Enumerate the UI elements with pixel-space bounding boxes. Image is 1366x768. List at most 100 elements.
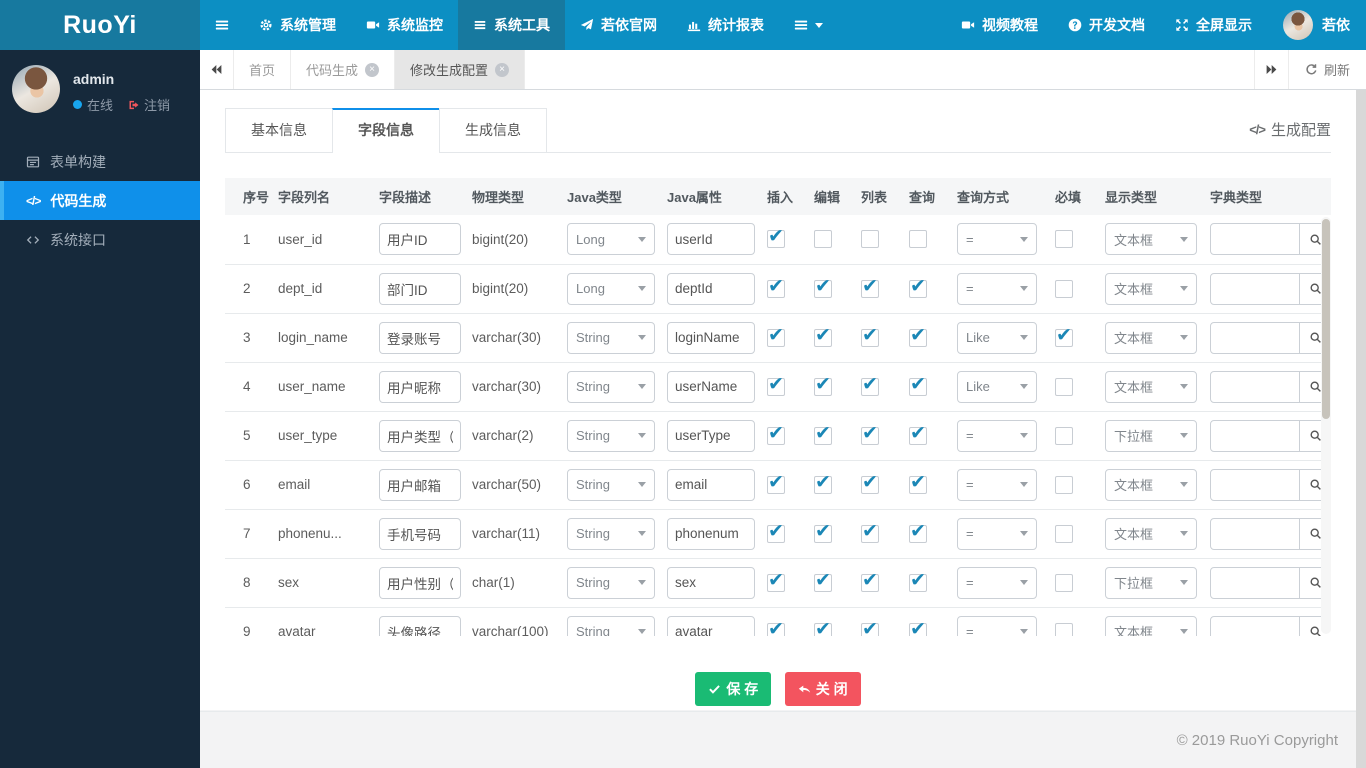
query-checkbox[interactable] [909,324,927,347]
insert-checkbox[interactable] [767,618,785,636]
required-checkbox[interactable] [1055,426,1073,445]
list-checkbox[interactable] [861,569,879,592]
tab-basic-info[interactable]: 基本信息 [225,108,333,152]
html-type-select[interactable]: 文本框 [1105,370,1197,403]
required-checkbox[interactable] [1055,475,1073,494]
java-type-select[interactable]: String [567,615,655,636]
table-scrollbar-track[interactable] [1321,217,1331,634]
tab-field-info[interactable]: 字段信息 [332,108,440,153]
java-field-input[interactable] [667,223,755,256]
java-type-select[interactable]: String [567,419,655,452]
java-field-input[interactable] [667,517,755,550]
required-checkbox[interactable] [1055,279,1073,298]
nav-item-dev-docs[interactable]: 开发文档 [1053,0,1160,50]
list-checkbox[interactable] [861,275,879,298]
save-button[interactable]: 保 存 [695,672,772,706]
required-checkbox[interactable] [1055,573,1073,592]
tabs-scroll-left-button[interactable] [200,50,234,89]
required-checkbox[interactable] [1055,377,1073,396]
required-checkbox[interactable] [1055,524,1073,543]
dict-type-input[interactable] [1210,419,1300,452]
nav-item-fullscreen[interactable]: 全屏显示 [1160,0,1267,50]
page-scrollbar[interactable] [1356,90,1366,768]
html-type-select[interactable]: 文本框 [1105,223,1197,256]
dict-type-input[interactable] [1210,223,1300,256]
insert-checkbox[interactable] [767,373,785,396]
column-desc-input[interactable] [379,615,461,636]
column-desc-input[interactable] [379,272,461,305]
insert-checkbox[interactable] [767,324,785,347]
java-field-input[interactable] [667,321,755,354]
sidebar-item-system-api[interactable]: 系统接口 [0,220,200,259]
java-type-select[interactable]: Long [567,223,655,256]
list-checkbox[interactable] [861,471,879,494]
column-desc-input[interactable] [379,223,461,256]
java-type-select[interactable]: String [567,468,655,501]
java-type-select[interactable]: Long [567,272,655,305]
java-field-input[interactable] [667,272,755,305]
nav-item-more-menus[interactable] [779,0,838,50]
insert-checkbox[interactable] [767,520,785,543]
edit-checkbox[interactable] [814,324,832,347]
sidebar-item-form-builder[interactable]: 表单构建 [0,142,200,181]
close-tab-icon[interactable]: × [495,62,510,77]
page-tab-home[interactable]: 首页 [234,50,292,89]
close-tab-icon[interactable]: × [365,62,380,77]
query-type-select[interactable]: = [957,615,1037,636]
required-checkbox[interactable] [1055,622,1073,636]
list-checkbox[interactable] [861,373,879,396]
column-desc-input[interactable] [379,517,461,550]
dict-type-input[interactable] [1210,517,1300,550]
tab-gen-info[interactable]: 生成信息 [439,108,547,152]
html-type-select[interactable]: 文本框 [1105,272,1197,305]
java-field-input[interactable] [667,566,755,599]
query-checkbox[interactable] [909,618,927,636]
edit-checkbox[interactable] [814,520,832,543]
dict-type-input[interactable] [1210,468,1300,501]
refresh-tab-button[interactable]: 刷新 [1287,50,1366,89]
query-checkbox[interactable] [909,275,927,298]
column-desc-input[interactable] [379,321,461,354]
query-type-select[interactable]: = [957,517,1037,550]
query-checkbox[interactable] [909,230,927,249]
java-type-select[interactable]: String [567,566,655,599]
html-type-select[interactable]: 下拉框 [1105,566,1197,599]
query-type-select[interactable]: = [957,566,1037,599]
navbar-user[interactable]: 若依 [1267,0,1366,50]
html-type-select[interactable]: 文本框 [1105,468,1197,501]
query-type-select[interactable]: Like [957,321,1037,354]
dict-type-input[interactable] [1210,615,1300,636]
insert-checkbox[interactable] [767,225,785,249]
edit-checkbox[interactable] [814,230,832,249]
tabs-scroll-right-button[interactable] [1253,50,1288,89]
html-type-select[interactable]: 下拉框 [1105,419,1197,452]
insert-checkbox[interactable] [767,569,785,592]
edit-checkbox[interactable] [814,275,832,298]
dict-type-input[interactable] [1210,272,1300,305]
page-tab-edit-gen-config[interactable]: 修改生成配置 × [395,50,526,89]
query-type-select[interactable]: Like [957,370,1037,403]
insert-checkbox[interactable] [767,422,785,445]
edit-checkbox[interactable] [814,471,832,494]
edit-checkbox[interactable] [814,569,832,592]
list-checkbox[interactable] [861,520,879,543]
nav-item-video-tutorial[interactable]: 视频教程 [946,0,1053,50]
html-type-select[interactable]: 文本框 [1105,321,1197,354]
dict-type-input[interactable] [1210,370,1300,403]
nav-item-system-monitor[interactable]: 系统监控 [351,0,458,50]
required-checkbox[interactable] [1055,324,1073,347]
sidebar-item-code-generator[interactable]: </> 代码生成 [0,181,200,220]
edit-checkbox[interactable] [814,618,832,636]
column-desc-input[interactable] [379,370,461,403]
gen-config-link[interactable]: </> 生成配置 [1249,119,1331,140]
edit-checkbox[interactable] [814,373,832,396]
dict-type-input[interactable] [1210,566,1300,599]
java-type-select[interactable]: String [567,321,655,354]
nav-item-system-tools[interactable]: 系统工具 [458,0,565,50]
java-field-input[interactable] [667,419,755,452]
dict-type-input[interactable] [1210,321,1300,354]
column-desc-input[interactable] [379,566,461,599]
edit-checkbox[interactable] [814,422,832,445]
query-type-select[interactable]: = [957,223,1037,256]
query-checkbox[interactable] [909,471,927,494]
